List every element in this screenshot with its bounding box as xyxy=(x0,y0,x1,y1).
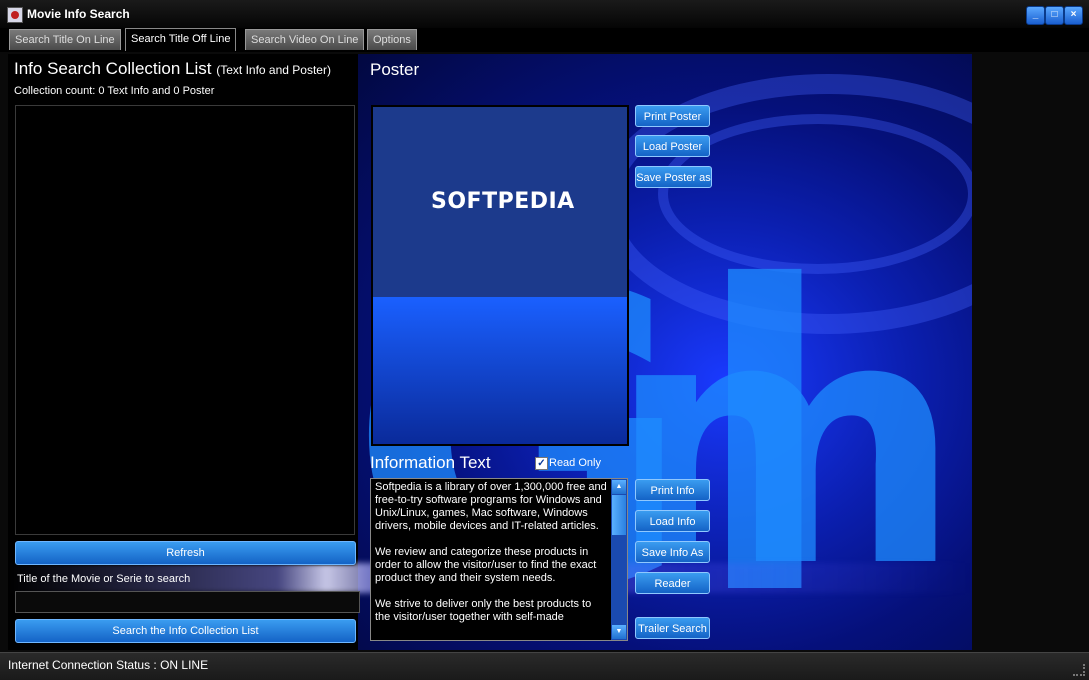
connection-status: Internet Connection Status : ON LINE xyxy=(8,658,209,672)
info-heading: Information Text xyxy=(370,453,491,472)
minimize-button[interactable]: _ xyxy=(1026,6,1045,25)
trailer-search-button[interactable]: Trailer Search xyxy=(635,617,710,639)
tab-search-title-online[interactable]: Search Title On Line xyxy=(9,29,121,50)
tab-search-title-offline[interactable]: Search Title Off Line xyxy=(125,28,237,51)
print-info-button[interactable]: Print Info xyxy=(635,479,710,501)
collection-heading: Info Search Collection List (Text Info a… xyxy=(14,59,331,79)
resize-grip-icon[interactable] xyxy=(1073,664,1085,676)
title-bar: Movie Info Search _ □ × xyxy=(0,0,1089,28)
search-title-input[interactable] xyxy=(15,591,360,613)
refresh-button[interactable]: Refresh xyxy=(15,541,356,565)
window-title: Movie Info Search xyxy=(27,7,130,21)
load-poster-button[interactable]: Load Poster xyxy=(635,135,710,157)
load-info-button[interactable]: Load Info xyxy=(635,510,710,532)
poster-bottom-art xyxy=(373,297,627,444)
collection-count: Collection count: 0 Text Info and 0 Post… xyxy=(14,85,215,97)
scroll-thumb[interactable] xyxy=(612,495,626,535)
readonly-label: Read Only xyxy=(549,457,601,469)
tab-search-video-online[interactable]: Search Video On Line xyxy=(245,29,365,50)
poster-image: SOFTPEDIA xyxy=(371,105,629,446)
tab-bar: Search Title On Line Search Title Off Li… xyxy=(0,28,1089,52)
search-collection-button[interactable]: Search the Info Collection List xyxy=(15,619,356,643)
collection-list[interactable] xyxy=(15,105,355,535)
save-poster-button[interactable]: Save Poster as xyxy=(635,166,712,188)
print-poster-button[interactable]: Print Poster xyxy=(635,105,710,127)
search-title-label: Title of the Movie or Serie to search xyxy=(17,573,191,585)
maximize-button[interactable]: □ xyxy=(1045,6,1064,25)
app-window: Movie Info Search _ □ × Search Title On … xyxy=(0,0,1089,680)
info-scrollbar[interactable]: ▲ ▼ xyxy=(611,479,627,640)
app-icon xyxy=(7,7,23,23)
main-panel: Gl m Info Search Collection List (Text I… xyxy=(8,54,972,650)
softpedia-logo: SOFTPEDIA xyxy=(431,189,575,214)
collection-heading-text: Info Search Collection List xyxy=(14,59,212,78)
save-info-button[interactable]: Save Info As xyxy=(635,541,710,563)
tab-options[interactable]: Options xyxy=(367,29,417,50)
poster-heading: Poster xyxy=(370,60,420,79)
scroll-down-icon[interactable]: ▼ xyxy=(612,625,626,639)
readonly-checkbox[interactable]: ✓ xyxy=(535,457,548,470)
reader-button[interactable]: Reader xyxy=(635,572,710,594)
status-bar: Internet Connection Status : ON LINE xyxy=(0,652,1089,680)
info-text: Softpedia is a library of over 1,300,000… xyxy=(375,481,607,623)
poster-top: SOFTPEDIA xyxy=(373,107,627,297)
info-textarea[interactable]: Softpedia is a library of over 1,300,000… xyxy=(370,478,628,641)
collection-heading-note: (Text Info and Poster) xyxy=(216,63,331,77)
close-button[interactable]: × xyxy=(1064,6,1083,25)
scroll-up-icon[interactable]: ▲ xyxy=(612,480,626,494)
